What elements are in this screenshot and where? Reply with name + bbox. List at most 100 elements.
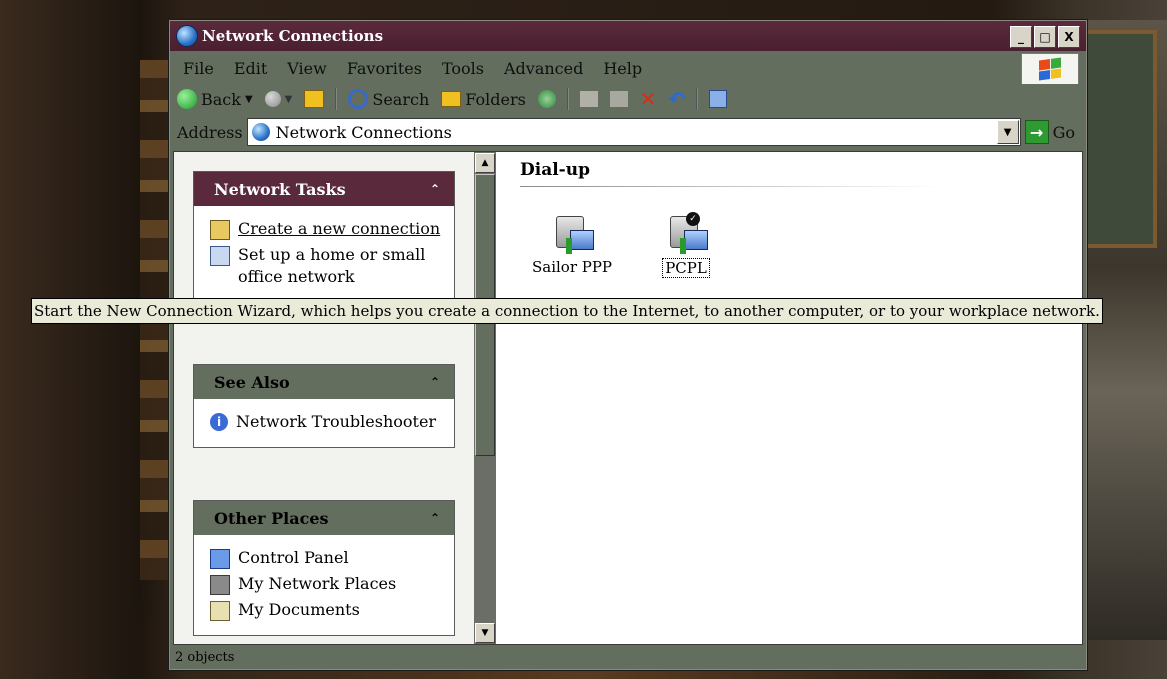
close-button[interactable]: X xyxy=(1058,26,1080,48)
other-places-panel: Other Places ⌃ Control Panel My Network … xyxy=(193,500,455,636)
group-header-dial-up: Dial-up xyxy=(520,160,590,180)
scroll-up-button[interactable]: ▲ xyxy=(475,153,495,173)
place-label[interactable]: My Network Places xyxy=(238,573,396,595)
history-icon xyxy=(537,90,556,108)
other-places-header[interactable]: Other Places ⌃ xyxy=(194,501,454,535)
network-tasks-panel: Network Tasks ⌃ Create a new connection … xyxy=(193,171,455,303)
address-dropdown-button[interactable]: ▼ xyxy=(996,120,1019,144)
home-network-icon xyxy=(210,246,230,266)
tooltip-text: Start the New Connection Wizard, which h… xyxy=(34,302,1100,320)
toolbar-separator xyxy=(566,88,569,110)
menu-file[interactable]: File xyxy=(173,59,224,78)
group-divider xyxy=(520,186,940,187)
go-label: Go xyxy=(1052,122,1075,142)
chevron-down-icon[interactable]: ▼ xyxy=(245,94,253,105)
dial-up-connection-icon: ✓ xyxy=(664,212,708,256)
go-button[interactable]: → Go xyxy=(1024,120,1083,144)
see-also-header[interactable]: See Also ⌃ xyxy=(194,365,454,399)
place-label[interactable]: Control Panel xyxy=(238,547,349,569)
default-check-icon: ✓ xyxy=(686,212,700,226)
move-to-icon xyxy=(579,91,598,107)
desktop-painting-decoration xyxy=(1079,30,1157,248)
move-to-button[interactable] xyxy=(576,91,602,107)
collapse-chevron-icon[interactable]: ⌃ xyxy=(430,375,440,389)
menu-tools[interactable]: Tools xyxy=(432,59,494,78)
copy-to-icon xyxy=(609,91,628,107)
tooltip: Start the New Connection Wizard, which h… xyxy=(31,298,1103,324)
collapse-chevron-icon[interactable]: ⌃ xyxy=(430,511,440,525)
task-create-connection[interactable]: Create a new connection xyxy=(210,218,442,240)
new-connection-icon xyxy=(210,220,230,240)
folders-icon xyxy=(441,91,462,107)
up-button[interactable] xyxy=(300,90,328,108)
folders-button[interactable]: Folders xyxy=(437,90,530,109)
title-bar[interactable]: Network Connections _ □ X xyxy=(170,21,1086,51)
menu-favorites[interactable]: Favorites xyxy=(337,59,432,78)
task-network-troubleshooter[interactable]: i Network Troubleshooter xyxy=(210,411,442,433)
menu-help[interactable]: Help xyxy=(593,59,652,78)
chevron-down-icon[interactable]: ▼ xyxy=(285,94,293,105)
back-arrow-icon xyxy=(177,89,197,109)
scroll-down-button[interactable]: ▼ xyxy=(475,623,495,643)
panel-title: Network Tasks xyxy=(214,179,346,199)
panel-title: See Also xyxy=(214,372,290,392)
task-label[interactable]: Set up a home or small office network xyxy=(238,244,442,287)
status-text: 2 objects xyxy=(175,649,235,665)
place-my-documents[interactable]: My Documents xyxy=(210,599,442,621)
copy-to-button[interactable] xyxy=(606,91,632,107)
window-title: Network Connections xyxy=(202,27,384,45)
standard-toolbar: Back ▼ ▼ Search Folders ✕ ↶ xyxy=(173,84,1083,114)
forward-arrow-icon xyxy=(264,91,281,107)
place-control-panel[interactable]: Control Panel xyxy=(210,547,442,569)
connection-item[interactable]: Sailor PPP xyxy=(522,212,622,276)
task-label[interactable]: Network Troubleshooter xyxy=(236,411,436,433)
status-bar: 2 objects xyxy=(173,646,1083,668)
undo-button[interactable]: ↶ xyxy=(665,87,690,111)
search-icon xyxy=(348,89,369,109)
delete-x-icon: ✕ xyxy=(639,87,657,111)
undo-icon: ↶ xyxy=(668,87,686,111)
network-connections-icon xyxy=(176,25,198,47)
minimize-button[interactable]: _ xyxy=(1010,26,1032,48)
folder-up-icon xyxy=(304,90,325,108)
go-arrow-icon: → xyxy=(1024,120,1049,144)
address-label: Address xyxy=(177,122,243,142)
place-my-network-places[interactable]: My Network Places xyxy=(210,573,442,595)
content-area: Network Tasks ⌃ Create a new connection … xyxy=(173,151,1083,645)
search-button[interactable]: Search xyxy=(344,89,433,109)
my-documents-icon xyxy=(210,601,230,621)
address-field[interactable]: Network Connections ▼ xyxy=(246,118,1021,146)
forward-button[interactable]: ▼ xyxy=(261,91,297,107)
collapse-chevron-icon[interactable]: ⌃ xyxy=(430,182,440,196)
network-connections-icon xyxy=(251,123,270,141)
connection-item[interactable]: ✓ PCPL xyxy=(636,212,736,278)
place-label[interactable]: My Documents xyxy=(238,599,360,621)
folders-label: Folders xyxy=(465,89,526,109)
task-pane: Network Tasks ⌃ Create a new connection … xyxy=(174,152,474,644)
history-button[interactable] xyxy=(534,90,560,108)
search-label: Search xyxy=(372,89,430,109)
connection-name: PCPL xyxy=(662,258,710,278)
task-pane-scrollbar[interactable]: ▲ ▼ xyxy=(474,152,496,644)
connection-name: Sailor PPP xyxy=(531,258,613,276)
menu-view[interactable]: View xyxy=(277,59,337,78)
menu-advanced[interactable]: Advanced xyxy=(494,59,593,78)
toolbar-separator xyxy=(335,88,338,110)
network-tasks-header[interactable]: Network Tasks ⌃ xyxy=(194,172,454,206)
windows-logo xyxy=(1021,53,1079,85)
control-panel-icon xyxy=(210,549,230,569)
back-button[interactable]: Back ▼ xyxy=(173,89,257,109)
address-bar: Address Network Connections ▼ → Go xyxy=(173,116,1083,148)
see-also-panel: See Also ⌃ i Network Troubleshooter xyxy=(193,364,455,448)
menu-edit[interactable]: Edit xyxy=(224,59,277,78)
menu-bar: File Edit View Favorites Tools Advanced … xyxy=(173,53,1083,85)
task-label[interactable]: Create a new connection xyxy=(238,218,440,240)
delete-button[interactable]: ✕ xyxy=(636,87,661,111)
views-icon xyxy=(709,90,728,108)
views-button[interactable] xyxy=(705,90,731,108)
dial-up-connection-icon xyxy=(550,212,594,256)
task-home-network[interactable]: Set up a home or small office network xyxy=(210,244,442,287)
network-connections-window: Network Connections _ □ X File Edit View… xyxy=(168,19,1088,671)
address-value: Network Connections xyxy=(275,122,452,142)
maximize-button[interactable]: □ xyxy=(1034,26,1056,48)
